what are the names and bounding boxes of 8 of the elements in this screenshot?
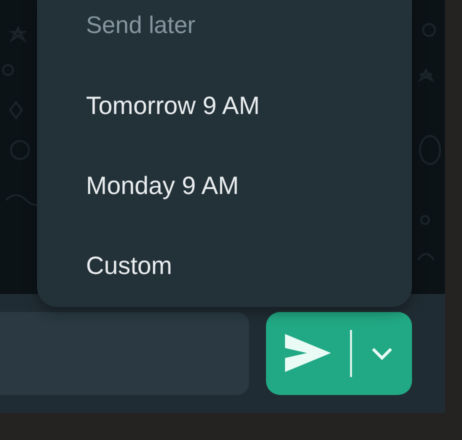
message-field[interactable] <box>0 312 249 395</box>
send-button[interactable] <box>266 312 412 395</box>
menu-title: Send later <box>86 11 196 41</box>
menu-item[interactable]: Monday 9 AM <box>86 168 239 204</box>
menu-item[interactable]: Custom <box>86 248 172 284</box>
send-icon <box>285 334 331 374</box>
menu-item[interactable]: Tomorrow 9 AM <box>86 88 260 124</box>
caret-icon <box>371 346 393 360</box>
